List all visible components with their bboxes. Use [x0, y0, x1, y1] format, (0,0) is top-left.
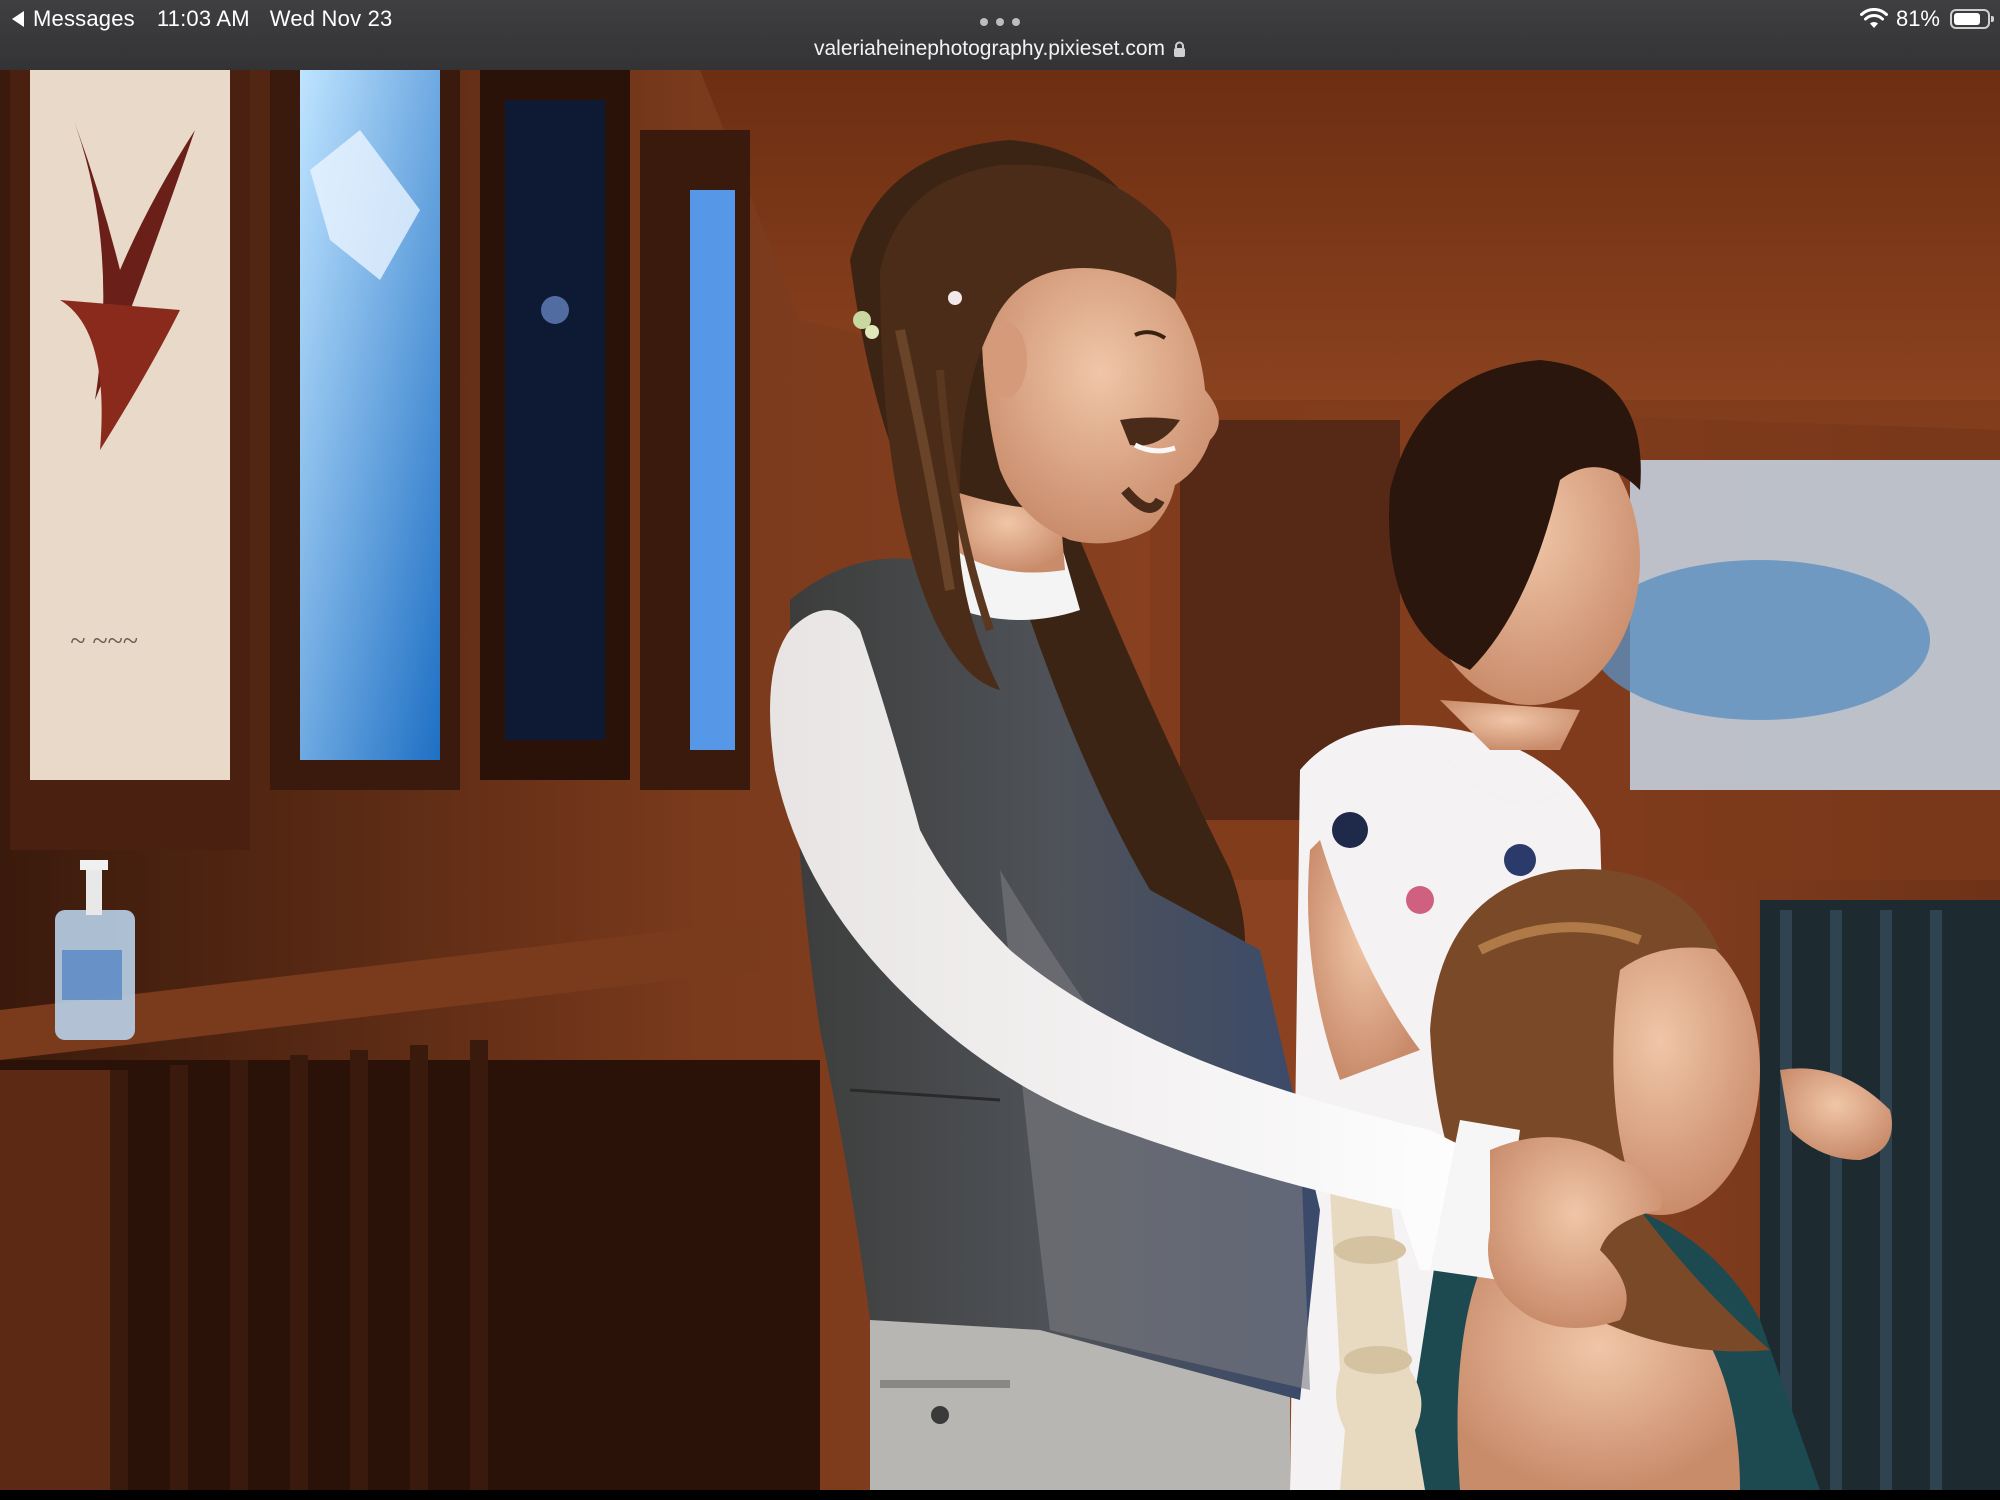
back-app-label: Messages	[33, 6, 135, 31]
back-to-messages-button[interactable]: Messages 11:03 AM Wed Nov 23	[12, 4, 392, 34]
status-time: 11:03 AM	[156, 6, 250, 31]
lock-icon	[1174, 41, 1185, 57]
status-bar: Messages 11:03 AM Wed Nov 23 81% valeria…	[0, 0, 2000, 70]
photo-illustration: ~ ~~~	[0, 70, 2000, 1490]
battery-level-fill	[1954, 13, 1980, 25]
battery-percent: 81%	[1895, 6, 1940, 31]
wedding-photo[interactable]: ~ ~~~	[0, 70, 2000, 1490]
status-date: Wed Nov 23	[269, 6, 393, 31]
address-bar[interactable]: valeriaheinephotography.pixieset.com	[0, 34, 2000, 64]
battery-icon	[1950, 9, 1994, 29]
status-indicators: 81%	[1859, 4, 1994, 34]
more-dots-icon[interactable]	[980, 16, 1020, 28]
wifi-icon	[1859, 8, 1888, 28]
tablet-screen: Messages 11:03 AM Wed Nov 23 81% valeria…	[0, 0, 2000, 1500]
url-text: valeriaheinephotography.pixieset.com	[814, 37, 1165, 60]
back-arrow-icon	[12, 11, 24, 27]
svg-text:~ ~~~: ~ ~~~	[70, 626, 138, 657]
